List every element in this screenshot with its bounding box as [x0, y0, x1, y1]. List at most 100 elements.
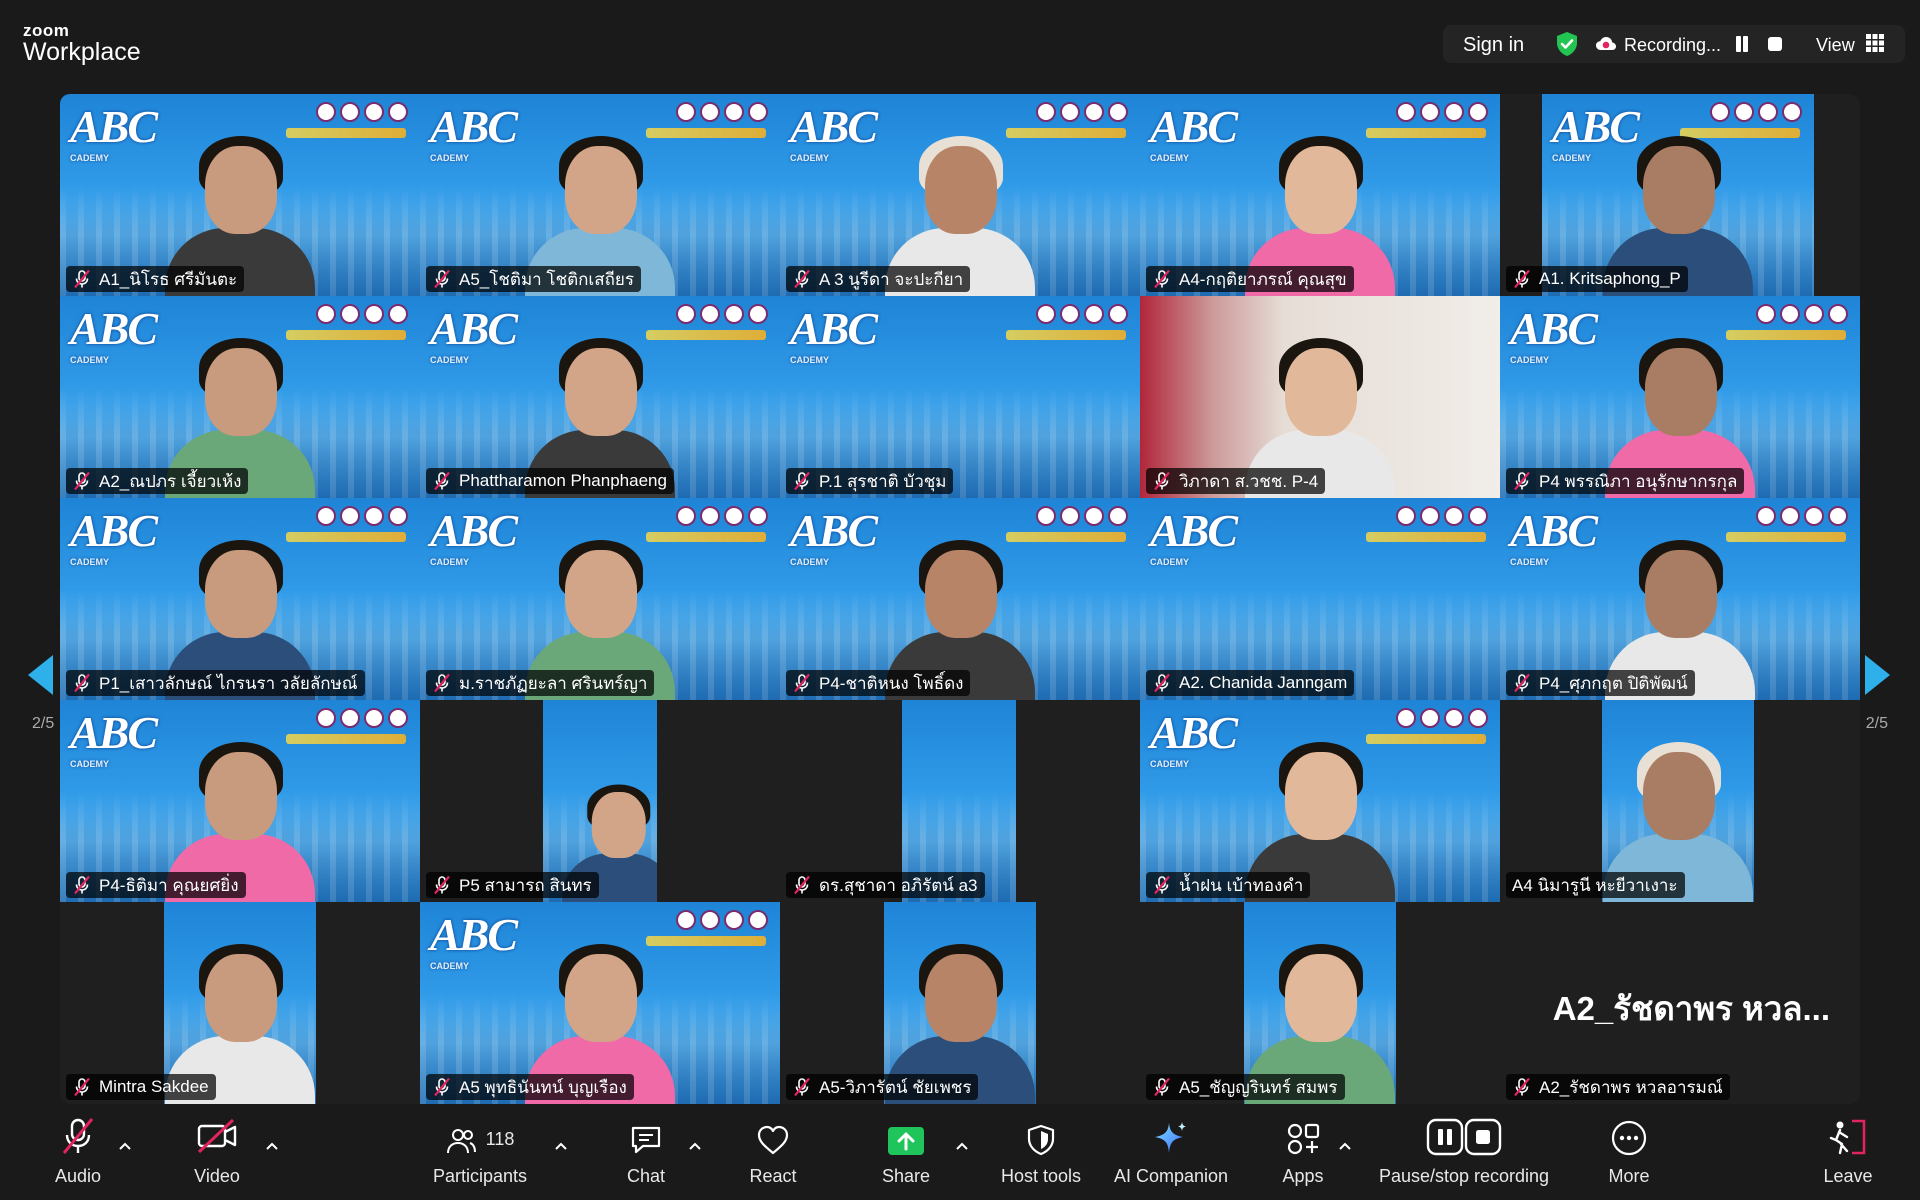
participant-tile[interactable]: ABC CADEMY A4-กฤติยาภรณ์ คุณสุข [1140, 94, 1500, 296]
participant-name-tag: P4-ธิติมา คุณยศยิ่ง [66, 872, 246, 898]
host-tools-label: Host tools [1000, 1166, 1082, 1186]
sponsor-logo-icon [1468, 102, 1488, 122]
pause-stop-recording-button[interactable]: Pause/stop recording [1374, 1110, 1554, 1200]
pause-stop-icons [1426, 1110, 1502, 1160]
participant-name-tag: A2_ณปภร เจี้ยวเห้ง [66, 468, 249, 494]
sponsor-logo-icon [1060, 304, 1080, 324]
leave-button[interactable]: Leave [1820, 1110, 1876, 1200]
video-button[interactable]: Video [185, 1110, 249, 1200]
participant-name: A1. Kritsaphong_P [1539, 269, 1681, 288]
audio-button[interactable]: Audio [48, 1110, 108, 1200]
participant-name: P5 สามารถ สินทร [459, 875, 592, 895]
share-options-caret-icon[interactable] [953, 1138, 971, 1156]
participants-label: Participants [432, 1166, 528, 1186]
abc-academy-banner-logo: ABC CADEMY [430, 508, 518, 567]
sponsor-logo-icon [700, 304, 720, 324]
participant-tile[interactable]: ABC CADEMY น้ำฝน เบ้าทองคำ [1140, 700, 1500, 902]
participant-tile[interactable]: ABC CADEMY A5 พุทธินันทน์ บุญเรือง [420, 902, 780, 1104]
apps-button[interactable]: Apps [1280, 1110, 1326, 1200]
muted-microphone-icon [434, 875, 450, 895]
participants-options-caret-icon[interactable] [552, 1138, 570, 1156]
participant-name-tag: A2. Chanida Janngam [1146, 670, 1355, 696]
muted-microphone-icon [794, 269, 810, 289]
participant-name-tag: P.1 สุรชาติ บัวชุม [786, 468, 954, 494]
participant-tile[interactable]: วิภาดา ส.วชช. P-4 [1140, 296, 1500, 498]
stop-recording-button[interactable] [1766, 35, 1784, 53]
participant-tile[interactable]: ABC CADEMY A2. Chanida Janngam [1140, 498, 1500, 700]
pause-recording-button[interactable] [1733, 34, 1751, 54]
participant-tile[interactable]: ABC CADEMY P4_ศุภกฤต ปิติพัฒน์ [1500, 498, 1860, 700]
muted-microphone-icon [1154, 471, 1170, 491]
participant-tile[interactable]: Mintra Sakdee [60, 902, 420, 1104]
participant-name: P4 พรรณิภา อนุรักษากรกุล [1539, 471, 1738, 491]
sponsor-logo-icon [748, 910, 768, 930]
left-arrow-icon[interactable] [26, 653, 54, 697]
sponsor-logo-icon [1396, 506, 1416, 526]
silhouette-head [1285, 954, 1357, 1042]
participant-tile[interactable]: ABC CADEMY P.1 สุรชาติ บัวชุม [780, 296, 1140, 498]
silhouette-head [205, 752, 277, 840]
participant-name: A4 นิมารูนี หะยีวาเงาะ [1512, 875, 1678, 895]
participant-tile[interactable]: A2_รัชดาพร หวล... A2_รัชดาพร หวลอารมณ์ [1500, 902, 1860, 1104]
sponsor-logo-icon [1396, 708, 1416, 728]
participant-tile[interactable]: ABC CADEMY A2_ณปภร เจี้ยวเห้ง [60, 296, 420, 498]
participant-tile[interactable]: A4 นิมารูนี หะยีวาเงาะ [1500, 700, 1860, 902]
sponsor-logo-icon [1804, 304, 1824, 324]
react-button[interactable]: React [747, 1110, 799, 1200]
host-tools-button[interactable]: Host tools [998, 1110, 1084, 1200]
abc-academy-banner-logo: ABC CADEMY [430, 104, 518, 163]
sponsor-logos [1036, 506, 1128, 526]
sponsor-logo-icon [1444, 506, 1464, 526]
share-button[interactable]: Share [880, 1110, 932, 1200]
participant-tile[interactable]: ABC CADEMY ม.ราชภัฏยะลา ศรินทร์ญา [420, 498, 780, 700]
silhouette-head [205, 146, 277, 234]
silhouette-head [205, 954, 277, 1042]
participant-name: A1_นิโรธ ศรีมันตะ [99, 269, 238, 289]
sponsor-logo-icon [388, 102, 408, 122]
apps-icon [1286, 1110, 1320, 1160]
sponsor-logo-icon [340, 506, 360, 526]
sponsor-logo-icon [724, 102, 744, 122]
sponsor-logo-icon [1036, 102, 1056, 122]
encryption-shield-icon[interactable] [1554, 31, 1580, 62]
participant-tile[interactable]: ABC CADEMY Phattharamon Phanphaeng [420, 296, 780, 498]
abc-academy-banner-logo: ABC CADEMY [1150, 508, 1238, 567]
audio-options-caret-icon[interactable] [116, 1138, 134, 1156]
participant-tile[interactable]: ABC CADEMY P4-ชาติหนง โพธิ์ดง [780, 498, 1140, 700]
sponsor-logos [676, 910, 768, 930]
participant-tile[interactable]: P5 สามารถ สินทร [420, 700, 780, 902]
share-label: Share [881, 1166, 931, 1186]
meeting-stage: 2/5 2/5 ABC CADEMY A1_นิโรธ ศรีมันตะ ABC CAD… [0, 78, 1920, 1110]
chat-options-caret-icon[interactable] [686, 1138, 704, 1156]
participant-tile[interactable]: ABC CADEMY A5_โชติมา โชติกเสถียร [420, 94, 780, 296]
heart-icon [756, 1110, 790, 1160]
participant-tile[interactable]: ABC CADEMY P4 พรรณิภา อนุรักษากรกุล [1500, 296, 1860, 498]
page-indicator-right: 2/5 [1865, 715, 1888, 732]
participants-button[interactable]: 118 Participants [428, 1110, 532, 1200]
participant-tile[interactable]: A5_ชัญญรินทร์ สมพร [1140, 902, 1500, 1104]
right-arrow-icon[interactable] [1864, 653, 1892, 697]
participant-tile[interactable]: ABC CADEMY A1. Kritsaphong_P [1500, 94, 1860, 296]
view-menu-label[interactable]: View [1816, 35, 1855, 56]
sponsor-logo-icon [340, 102, 360, 122]
more-button[interactable]: More [1604, 1110, 1654, 1200]
ai-companion-button[interactable]: AI Companion [1111, 1110, 1231, 1200]
sponsor-logo-icon [1804, 506, 1824, 526]
sponsor-logo-icon [676, 910, 696, 930]
participant-tile[interactable]: ABC CADEMY A1_นิโรธ ศรีมันตะ [60, 94, 420, 296]
sign-in-link[interactable]: Sign in [1463, 34, 1524, 57]
chat-button[interactable]: Chat [622, 1110, 670, 1200]
participant-tile[interactable]: ABC CADEMY P1_เสาวลักษณ์ ไกรนรา วลัยลักษณ์ [60, 498, 420, 700]
participant-tile[interactable]: A5-วิภารัตน์ ชัยเพชร [780, 902, 1140, 1104]
participant-tile[interactable]: ABC CADEMY P4-ธิติมา คุณยศยิ่ง [60, 700, 420, 902]
participant-tile[interactable]: ABC CADEMY A 3 นูรีดา จะปะกียา [780, 94, 1140, 296]
video-options-caret-icon[interactable] [263, 1138, 281, 1156]
silhouette-head [1643, 146, 1715, 234]
grid-view-icon[interactable] [1866, 34, 1884, 57]
active-speaker-name-overlay: A2_รัชดาพร หวล... [1552, 990, 1830, 1027]
apps-options-caret-icon[interactable] [1336, 1138, 1354, 1156]
abc-academy-banner-logo: ABC CADEMY [430, 912, 518, 971]
sponsor-logo-icon [316, 708, 336, 728]
sponsor-logos [1396, 708, 1488, 728]
participant-tile[interactable]: ดร.สุชาดา อภิรัตน์ a3 [780, 700, 1140, 902]
